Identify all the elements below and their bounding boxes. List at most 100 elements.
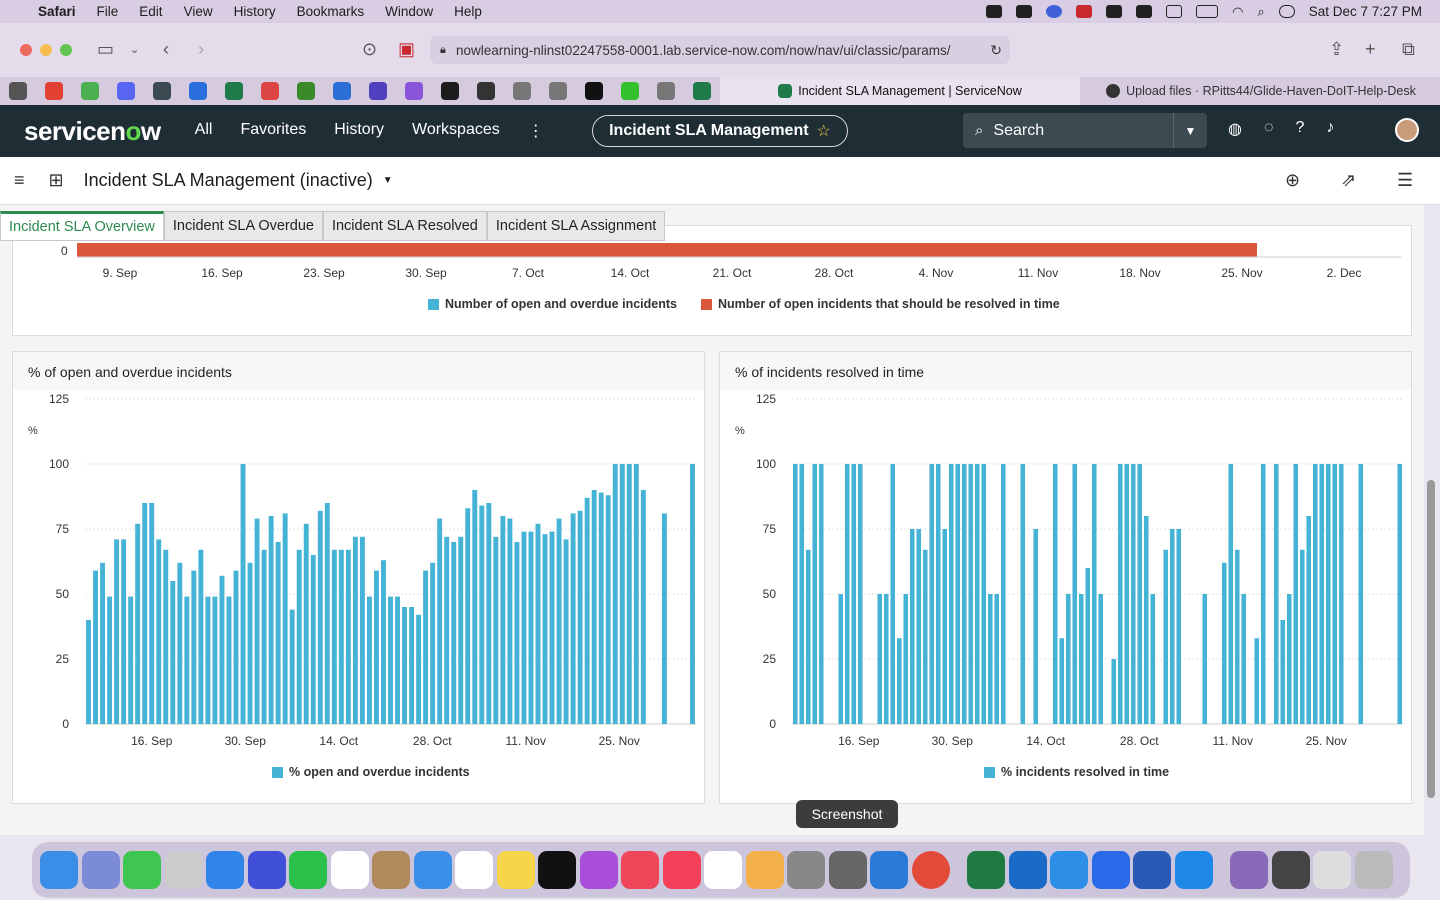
chat-icon[interactable]: ◌ <box>1264 119 1274 139</box>
tab-overdue[interactable]: Incident SLA Overdue <box>163 211 323 241</box>
status-icon[interactable] <box>1016 5 1033 18</box>
favorite-icon[interactable] <box>81 82 99 100</box>
folder-icon[interactable] <box>1230 851 1268 889</box>
launchpad-icon[interactable] <box>81 851 120 889</box>
status-icon[interactable] <box>986 5 1003 18</box>
favorite-icon[interactable] <box>369 82 387 100</box>
servicenow-icon[interactable] <box>153 82 171 100</box>
favorite-icon[interactable] <box>441 82 459 100</box>
share-icon[interactable]: ⇗ <box>1341 170 1356 191</box>
servicenow-icon[interactable] <box>693 82 711 100</box>
tab-upload-files[interactable]: Upload files · RPitts44/Glide-Haven-DoIT… <box>1082 77 1440 105</box>
news-icon[interactable] <box>621 851 659 889</box>
music-icon[interactable] <box>662 851 701 889</box>
bell-icon[interactable]: ♪ <box>1326 119 1334 139</box>
favorite-icon[interactable] <box>405 82 423 100</box>
battery-icon[interactable] <box>1196 5 1219 18</box>
folder-icon[interactable] <box>1313 851 1351 889</box>
favorite-icon[interactable] <box>9 82 27 100</box>
calendar-icon[interactable] <box>330 851 369 889</box>
messages-icon[interactable] <box>123 851 161 889</box>
menu-icon[interactable]: ≡ <box>14 170 25 191</box>
discord-icon[interactable] <box>117 82 135 100</box>
chrome-icon[interactable] <box>911 851 950 889</box>
favorite-icon[interactable] <box>549 82 567 100</box>
screenshot-icon[interactable] <box>828 851 867 889</box>
new-tab-icon[interactable]: + <box>1365 39 1376 60</box>
more-icon[interactable]: ⋮ <box>528 121 544 141</box>
chevron-down-icon[interactable]: ⌄ <box>130 43 139 56</box>
excel-icon[interactable] <box>967 851 1005 889</box>
menu-history[interactable]: History <box>234 4 276 19</box>
facetime-icon[interactable] <box>289 851 327 889</box>
word-icon[interactable] <box>1133 851 1171 889</box>
app-icon[interactable] <box>164 851 203 889</box>
app-icon[interactable] <box>247 851 286 889</box>
tab-incident-sla[interactable]: Incident SLA Management | ServiceNow <box>720 77 1080 105</box>
favorite-icon[interactable] <box>261 82 279 100</box>
safari-icon[interactable] <box>1050 851 1088 889</box>
mail-icon[interactable] <box>413 851 452 889</box>
add-icon[interactable]: ⊕ <box>1285 170 1300 191</box>
contacts-icon[interactable] <box>372 851 410 889</box>
chevron-down-icon[interactable]: ▼ <box>1173 113 1207 148</box>
search-icon[interactable]: ⌕ <box>1257 4 1264 20</box>
docs-icon[interactable] <box>333 82 351 100</box>
tab-overview[interactable]: Incident SLA Overview <box>0 211 164 241</box>
menu-view[interactable]: View <box>184 4 213 19</box>
menu-edit[interactable]: Edit <box>139 4 162 19</box>
notes-icon[interactable] <box>496 851 535 889</box>
grid-icon[interactable]: ⊞ <box>49 170 64 191</box>
tv-icon[interactable] <box>538 851 576 889</box>
favorite-icon[interactable] <box>621 82 639 100</box>
globe-icon[interactable]: ◍ <box>1228 119 1242 139</box>
shield-icon[interactable]: ▣ <box>398 39 415 60</box>
legend-label[interactable]: Number of open incidents that should be … <box>718 297 1060 311</box>
favorite-icon[interactable] <box>513 82 531 100</box>
wifi-icon[interactable]: ◠ <box>1232 4 1243 20</box>
nav-all[interactable]: All <box>195 121 213 141</box>
tab-resolved[interactable]: Incident SLA Resolved <box>322 211 487 241</box>
reload-icon[interactable]: ↻ <box>990 42 1002 59</box>
help-icon[interactable]: ? <box>1295 119 1304 139</box>
nav-workspaces[interactable]: Workspaces <box>412 121 500 141</box>
zoom-icon[interactable] <box>60 44 72 56</box>
favorite-icon[interactable] <box>297 82 315 100</box>
global-search[interactable]: ⌕ Search ▼ <box>963 113 1207 148</box>
app-store-icon[interactable] <box>206 851 244 889</box>
podcasts-icon[interactable] <box>579 851 618 889</box>
notion-icon[interactable] <box>704 851 742 889</box>
folder-icon[interactable] <box>1271 851 1310 889</box>
favorite-icon[interactable] <box>189 82 207 100</box>
zoom-icon[interactable] <box>1091 851 1130 889</box>
legend-label[interactable]: Number of open and overdue incidents <box>445 297 677 311</box>
close-icon[interactable] <box>20 44 32 56</box>
nav-favorites[interactable]: Favorites <box>240 121 306 141</box>
menu-window[interactable]: Window <box>385 4 433 19</box>
download-icon[interactable]: ⊙ <box>362 39 377 60</box>
status-icon[interactable] <box>1136 5 1153 18</box>
favorite-icon[interactable] <box>657 82 675 100</box>
back-icon[interactable]: ‹ <box>163 39 169 60</box>
vscode-icon[interactable] <box>870 851 908 889</box>
shield-status-icon[interactable] <box>1076 5 1093 18</box>
tab-overview-icon[interactable]: ⧉ <box>1402 39 1415 60</box>
address-bar[interactable]: 🔒︎ nowlearning-nlinst02247558-0001.lab.s… <box>430 36 1010 64</box>
minimize-icon[interactable] <box>40 44 52 56</box>
windows-icon[interactable] <box>1174 851 1213 889</box>
cloud-icon[interactable] <box>1106 5 1123 18</box>
photos-icon[interactable] <box>745 851 784 889</box>
avatar[interactable] <box>1395 118 1419 142</box>
window-icon[interactable] <box>1166 5 1183 18</box>
settings-icon[interactable] <box>787 851 825 889</box>
servicenow-icon[interactable] <box>225 82 243 100</box>
legend-label[interactable]: % incidents resolved in time <box>1001 765 1169 779</box>
menu-app[interactable]: Safari <box>38 4 76 19</box>
menu-file[interactable]: File <box>97 4 119 19</box>
tab-assignment[interactable]: Incident SLA Assignment <box>486 211 666 241</box>
star-icon[interactable]: ☆ <box>817 121 831 141</box>
sidebar-icon[interactable]: ▭ <box>97 39 114 60</box>
settings-icon[interactable]: ☰ <box>1397 170 1413 191</box>
legend-label[interactable]: % open and overdue incidents <box>289 765 470 779</box>
reminders-icon[interactable] <box>455 851 493 889</box>
